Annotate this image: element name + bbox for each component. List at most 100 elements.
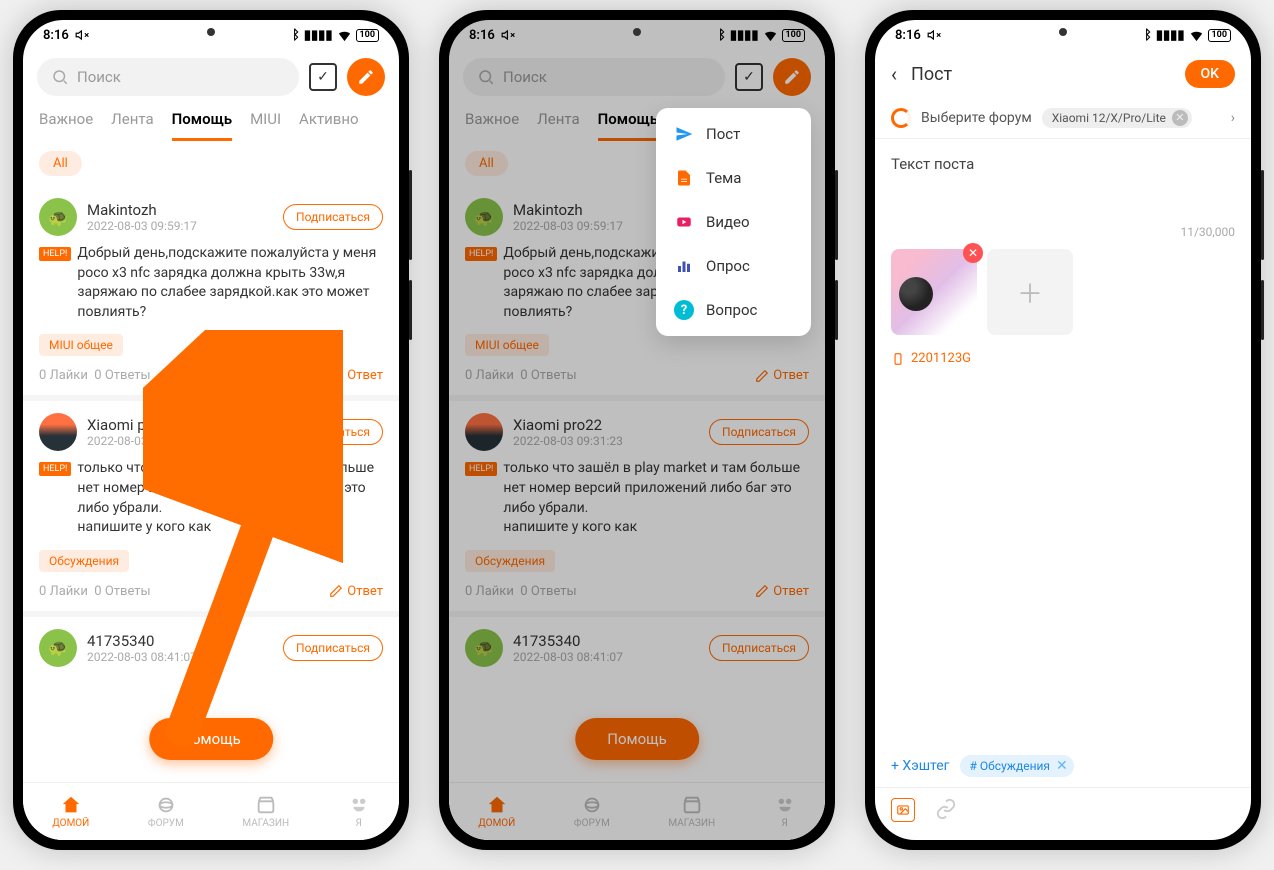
hashtag-chip[interactable]: # Обсуждения ✕ bbox=[960, 755, 1074, 777]
bluetooth-icon: ᛒ bbox=[292, 28, 300, 43]
reply-button[interactable]: Ответ bbox=[329, 584, 383, 599]
tab-important[interactable]: Важное bbox=[39, 110, 93, 141]
tab-help[interactable]: Помощь bbox=[172, 110, 232, 141]
tab-important[interactable]: Важное bbox=[465, 110, 519, 141]
dropdown-topic[interactable]: Тема bbox=[656, 156, 811, 200]
compose-button[interactable] bbox=[773, 58, 811, 96]
tab-feed[interactable]: Лента bbox=[537, 110, 579, 141]
subscribe-button[interactable]: Подписаться bbox=[283, 204, 383, 230]
replies-count: 0 Ответы bbox=[94, 584, 150, 599]
spinner-icon bbox=[891, 108, 911, 128]
tab-active[interactable]: Активно bbox=[299, 110, 359, 141]
checklist-button[interactable]: ✓ bbox=[309, 63, 337, 91]
dropdown-question[interactable]: ? Вопрос bbox=[656, 288, 811, 332]
chevron-right-icon: › bbox=[1231, 110, 1235, 126]
edit-icon bbox=[329, 369, 343, 383]
avatar[interactable]: 🐢 bbox=[465, 198, 503, 236]
pencil-icon bbox=[357, 68, 375, 86]
remove-hashtag-icon[interactable]: ✕ bbox=[1056, 758, 1068, 774]
likes-count: 0 Лайки bbox=[39, 368, 88, 383]
checklist-button[interactable]: ✓ bbox=[735, 63, 763, 91]
nav-profile[interactable]: Я bbox=[348, 794, 370, 829]
filter-all[interactable]: All bbox=[465, 151, 508, 176]
bluetooth-icon: ᛒ bbox=[1144, 28, 1152, 43]
nav-forum[interactable]: ФОРУМ bbox=[574, 794, 610, 829]
nav-store[interactable]: МАГАЗИН bbox=[668, 794, 715, 829]
phone-icon bbox=[891, 352, 905, 366]
add-attachment-button[interactable]: ＋ bbox=[987, 249, 1073, 335]
dropdown-poll[interactable]: Опрос bbox=[656, 244, 811, 288]
filter-all[interactable]: All bbox=[39, 151, 82, 176]
post-item[interactable]: Xiaomi pro22 2022-08-03 09:31:23 Подписа… bbox=[39, 401, 383, 610]
back-button[interactable]: ‹ bbox=[891, 62, 897, 86]
help-fab[interactable]: Помощь bbox=[575, 718, 699, 760]
nav-store[interactable]: МАГАЗИН bbox=[242, 794, 289, 829]
remove-attachment-button[interactable]: ✕ bbox=[963, 243, 983, 263]
dropdown-video[interactable]: Видео bbox=[656, 200, 811, 244]
help-badge: HELP! bbox=[39, 247, 71, 261]
compose-button[interactable] bbox=[347, 58, 385, 96]
mute-icon bbox=[75, 28, 89, 42]
avatar[interactable] bbox=[465, 413, 503, 451]
help-badge: HELP! bbox=[39, 462, 71, 476]
status-time: 8:16 bbox=[43, 28, 69, 43]
reply-button[interactable]: Ответ bbox=[755, 584, 809, 599]
forum-selector[interactable]: Выберите форум Xiaomi 12/X/Pro/Lite ✕ › bbox=[875, 98, 1251, 138]
post-tag[interactable]: Обсуждения bbox=[39, 550, 129, 572]
image-tool-button[interactable] bbox=[891, 798, 915, 822]
subscribe-button[interactable]: Подписаться bbox=[283, 419, 383, 445]
post-author: Xiaomi pro22 bbox=[87, 416, 273, 434]
subscribe-button[interactable]: Подписаться bbox=[709, 635, 809, 661]
search-input[interactable]: Поиск bbox=[37, 58, 299, 96]
tab-help[interactable]: Помощь bbox=[598, 110, 658, 141]
post-time: 2022-08-03 08:41:07 bbox=[87, 650, 273, 664]
reply-button[interactable]: Ответ bbox=[329, 368, 383, 383]
post-item[interactable]: 🐢 Makintozh 2022-08-03 09:59:17 Подписат… bbox=[39, 186, 383, 395]
status-bar: 8:16 ᛒ ▮▮▮▮ 100 bbox=[875, 20, 1251, 50]
pencil-icon bbox=[783, 68, 801, 86]
char-counter: 11/30,000 bbox=[891, 225, 1235, 239]
remove-forum-icon[interactable]: ✕ bbox=[1172, 110, 1188, 126]
post-text: Добрый день,подскажите пожалуйста у меня… bbox=[77, 244, 383, 322]
tab-miui[interactable]: MIUI bbox=[250, 110, 281, 141]
nav-home[interactable]: ДОМОЙ bbox=[478, 794, 515, 829]
tab-feed[interactable]: Лента bbox=[111, 110, 153, 141]
add-hashtag-button[interactable]: + Хэштег bbox=[891, 758, 950, 774]
phone-mockup-3: 8:16 ᛒ ▮▮▮▮ 100 ‹ Пост OK Выберите форум… bbox=[865, 10, 1261, 850]
help-fab[interactable]: Помощь bbox=[149, 718, 273, 760]
avatar[interactable]: 🐢 bbox=[39, 198, 77, 236]
signal-icon: ▮▮▮▮ bbox=[1156, 28, 1185, 43]
phone-mockup-1: 8:16 ᛒ ▮▮▮▮ 100 Поиск ✓ Важное Лента bbox=[13, 10, 409, 850]
bottom-nav: ДОМОЙ ФОРУМ МАГАЗИН Я bbox=[23, 782, 399, 840]
nav-forum[interactable]: ФОРУМ bbox=[148, 794, 184, 829]
category-tabs: Важное Лента Помощь MIUI Активно bbox=[23, 104, 399, 141]
post-tag[interactable]: MIUI общее bbox=[39, 334, 123, 356]
post-time: 2022-08-03 09:59:17 bbox=[87, 219, 273, 233]
avatar[interactable]: 🐢 bbox=[465, 629, 503, 667]
subscribe-button[interactable]: Подписаться bbox=[709, 419, 809, 445]
search-input[interactable]: Поиск bbox=[463, 58, 725, 96]
avatar[interactable] bbox=[39, 413, 77, 451]
post-item[interactable]: 🐢 41735340 2022-08-03 08:41:07 Подписать… bbox=[39, 617, 383, 679]
post-text-input[interactable]: Текст поста bbox=[891, 155, 1235, 215]
dropdown-post[interactable]: Пост bbox=[656, 112, 811, 156]
likes-count: 0 Лайки bbox=[39, 584, 88, 599]
post-author: 41735340 bbox=[87, 632, 273, 650]
attachment-thumbnail[interactable]: ✕ bbox=[891, 249, 977, 335]
forum-chip[interactable]: Xiaomi 12/X/Pro/Lite ✕ bbox=[1042, 108, 1192, 128]
nav-home[interactable]: ДОМОЙ bbox=[52, 794, 89, 829]
reply-button[interactable]: Ответ bbox=[755, 368, 809, 383]
battery-level: 100 bbox=[356, 29, 380, 42]
replies-count: 0 Ответы bbox=[94, 368, 150, 383]
search-placeholder: Поиск bbox=[77, 68, 121, 86]
wifi-icon bbox=[337, 28, 352, 43]
phone-mockup-2: 8:16 ᛒ ▮▮▮▮ 100 Поиск ✓ Важное Лента bbox=[439, 10, 835, 850]
status-bar: 8:16 ᛒ ▮▮▮▮ 100 bbox=[449, 20, 825, 50]
status-bar: 8:16 ᛒ ▮▮▮▮ 100 bbox=[23, 20, 399, 50]
nav-profile[interactable]: Я bbox=[774, 794, 796, 829]
submit-button[interactable]: OK bbox=[1185, 60, 1236, 88]
link-tool-button[interactable] bbox=[935, 798, 957, 824]
subscribe-button[interactable]: Подписаться bbox=[283, 635, 383, 661]
avatar[interactable]: 🐢 bbox=[39, 629, 77, 667]
device-link[interactable]: 2201123G bbox=[891, 351, 1235, 366]
